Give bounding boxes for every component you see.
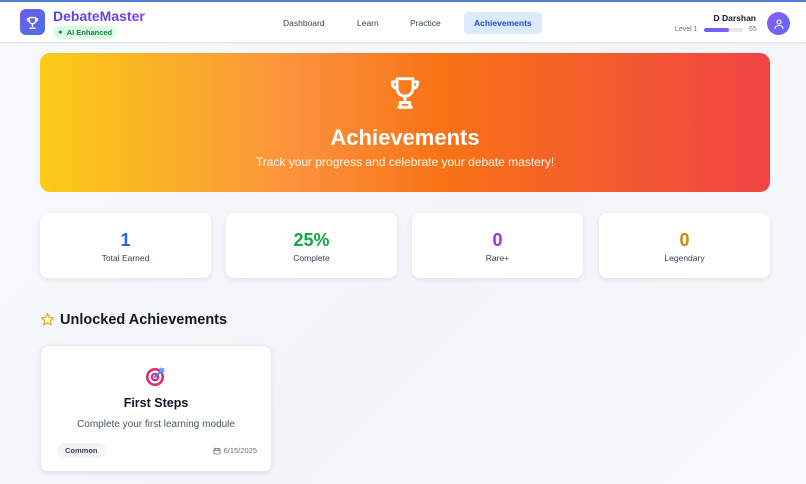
nav-learn[interactable]: Learn (347, 12, 389, 34)
xp-progress-fill (704, 28, 730, 32)
logo-trophy-icon[interactable] (20, 9, 45, 35)
rarity-badge: Common (57, 443, 106, 458)
trophy-icon (390, 77, 420, 109)
stat-label: Rare+ (485, 253, 510, 263)
level-label: Level 1 (675, 26, 698, 33)
achievement-description: Complete your first learning module (77, 419, 235, 430)
sparkle-icon: ✦ (57, 27, 64, 37)
achievement-title: First Steps (123, 396, 189, 410)
xp-value: 65 (749, 26, 757, 33)
xp-progress-bar (704, 28, 743, 32)
stat-rare: 0 Rare+ (412, 213, 583, 278)
stat-label: Complete (293, 253, 330, 263)
stat-value: 1 (120, 230, 131, 250)
date-text: 6/15/2025 (223, 446, 257, 455)
stat-value: 0 (679, 230, 690, 250)
achievements-hero-banner: Achievements Track your progress and cel… (40, 53, 770, 192)
user-avatar[interactable] (767, 12, 790, 35)
stat-label: Legendary (664, 253, 705, 263)
section-title: Unlocked Achievements (60, 312, 228, 328)
target-icon (146, 367, 165, 386)
page-subtitle: Track your progress and celebrate your d… (255, 155, 555, 169)
stat-total-earned: 1 Total Earned (40, 213, 211, 278)
nav-dashboard[interactable]: Dashboard (273, 12, 335, 34)
stat-legendary: 0 Legendary (599, 213, 770, 278)
brand-title[interactable]: DebateMaster (53, 8, 145, 24)
page-title: Achievements (330, 125, 480, 150)
star-icon (40, 312, 55, 326)
stat-value: 25% (293, 230, 330, 250)
nav-achievements[interactable]: Achievements (464, 12, 542, 34)
user-icon (773, 18, 784, 29)
nav-practice[interactable]: Practice (400, 12, 451, 34)
stat-label: Total Earned (101, 253, 150, 263)
stat-complete: 25% Complete (226, 213, 397, 278)
ai-enhanced-badge: ✦ AI Enhanced (53, 26, 118, 39)
achievement-date: 6/15/2025 (213, 446, 257, 455)
user-name: D Darshan (713, 13, 756, 23)
stat-value: 0 (492, 230, 503, 250)
calendar-icon (213, 447, 221, 454)
top-navigation-bar: DebateMaster ✦ AI Enhanced Dashboard Lea… (0, 0, 806, 43)
ai-badge-label: AI Enhanced (66, 28, 113, 37)
achievement-card[interactable]: First Steps Complete your first learning… (40, 345, 272, 472)
